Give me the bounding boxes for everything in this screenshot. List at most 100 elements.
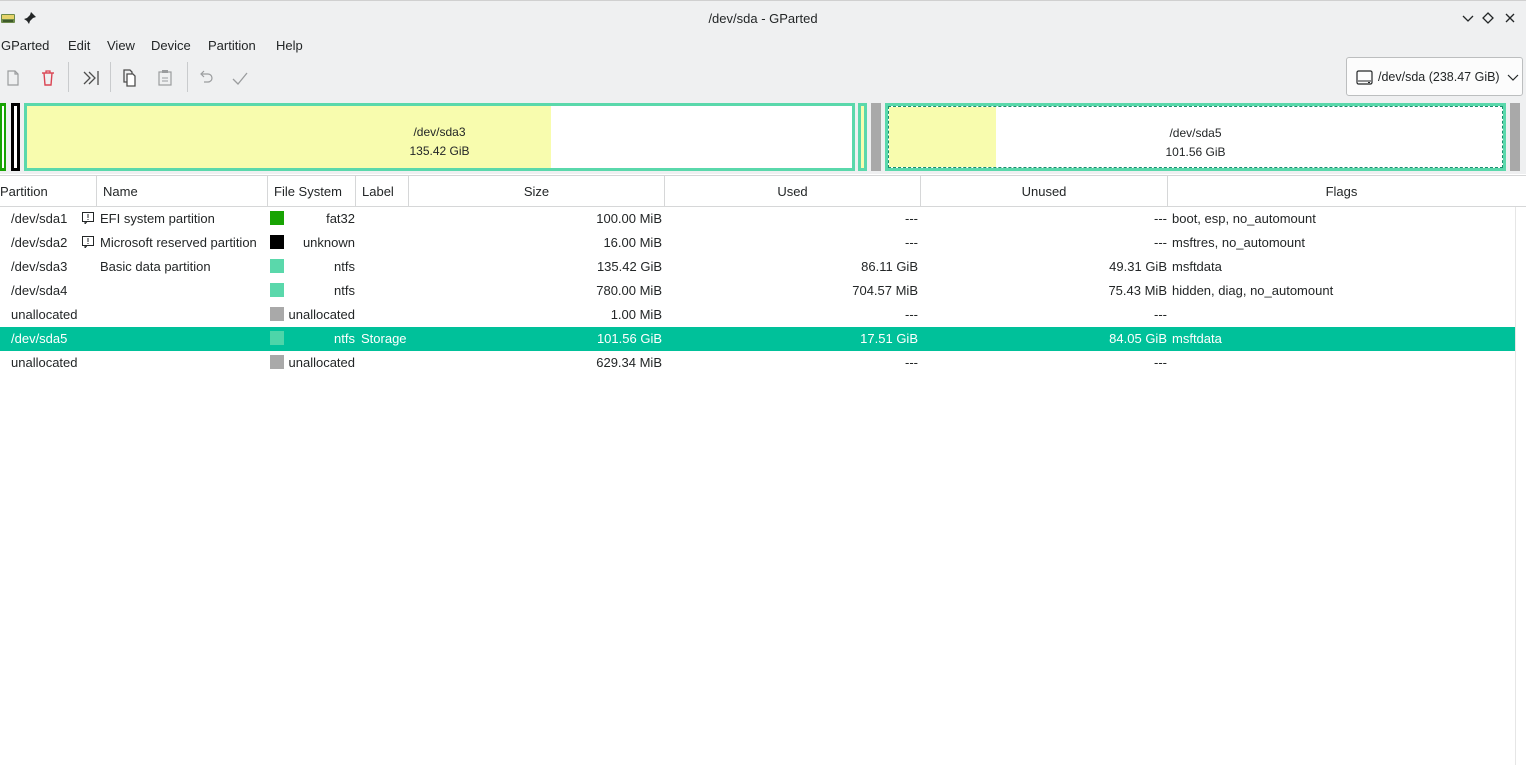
partition-block-sda5[interactable]: /dev/sda5 101.56 GiB (885, 103, 1506, 171)
table-row[interactable]: /dev/sda2 Microsoft reserved partition u… (0, 231, 1526, 255)
new-partition-icon[interactable] (3, 68, 23, 88)
warning-icon (82, 236, 94, 248)
partition-block-sda5-label: /dev/sda5 101.56 GiB (889, 124, 1502, 162)
toolbar-separator (187, 62, 188, 92)
table-row[interactable]: unallocated unallocated 1.00 MiB --- --- (0, 303, 1526, 327)
cell-file-system: ntfs (334, 331, 355, 346)
table-vertical-scrollbar[interactable] (1515, 207, 1526, 765)
partition-block-sda2[interactable] (11, 103, 20, 171)
cell-partition: /dev/sda1 (11, 211, 68, 226)
disk-partition-map: /dev/sda3 135.42 GiB /dev/sda5 101.56 Gi… (0, 100, 1526, 174)
cell-label: Storage (361, 331, 407, 346)
cell-size: 16.00 MiB (603, 235, 662, 250)
cell-size: 629.34 MiB (596, 355, 662, 370)
unallocated-block-1[interactable] (871, 103, 881, 171)
cell-unused: --- (1154, 235, 1167, 250)
toolbar-separator (110, 62, 111, 92)
table-row[interactable]: /dev/sda3 Basic data partition ntfs 135.… (0, 255, 1526, 279)
cell-partition: /dev/sda4 (11, 283, 68, 298)
cell-flags: msftdata (1172, 259, 1222, 274)
cell-used: 17.51 GiB (860, 331, 918, 346)
column-flags[interactable]: Flags (1168, 176, 1515, 207)
cell-used: --- (905, 235, 918, 250)
delete-icon[interactable] (38, 68, 58, 88)
column-used[interactable]: Used (665, 176, 921, 207)
cell-partition: /dev/sda3 (11, 259, 68, 274)
cell-name: Basic data partition (100, 259, 211, 274)
partition-block-sda3-name: /dev/sda3 (413, 125, 466, 139)
cell-used: 704.57 MiB (852, 283, 918, 298)
partition-table-header: Partition Name File System Label Size Us… (0, 175, 1526, 207)
menu-device[interactable]: Device (151, 38, 191, 53)
cell-file-system: unallocated (288, 355, 356, 370)
filesystem-color-swatch (270, 211, 284, 225)
toolbar: /dev/sda (238.47 GiB) (0, 57, 1526, 100)
cell-name: EFI system partition (100, 211, 215, 226)
menu-view[interactable]: View (107, 38, 135, 53)
minimize-chevron-icon[interactable] (1460, 10, 1476, 26)
column-file-system[interactable]: File System (268, 176, 356, 207)
cell-flags: boot, esp, no_automount (1172, 211, 1316, 226)
hard-disk-icon (1356, 70, 1373, 85)
menu-gparted[interactable]: GParted (1, 38, 49, 53)
cell-partition: unallocated (11, 355, 78, 370)
table-row[interactable]: /dev/sda1 EFI system partition fat32 100… (0, 207, 1526, 231)
maximize-diamond-icon[interactable] (1480, 10, 1496, 26)
cell-file-system: unknown (302, 235, 355, 250)
menu-partition[interactable]: Partition (208, 38, 256, 53)
cell-size: 780.00 MiB (596, 283, 662, 298)
partition-block-sda3[interactable]: /dev/sda3 135.42 GiB (24, 103, 855, 171)
cell-file-system: ntfs (334, 259, 355, 274)
filesystem-color-swatch (270, 355, 284, 369)
paste-icon[interactable] (155, 68, 175, 88)
filesystem-color-swatch (270, 307, 284, 321)
cell-file-system: ntfs (334, 283, 355, 298)
close-x-icon[interactable] (1502, 10, 1518, 26)
column-label[interactable]: Label (356, 176, 409, 207)
cell-size: 100.00 MiB (596, 211, 662, 226)
menu-help[interactable]: Help (276, 38, 303, 53)
cell-unused: 75.43 MiB (1108, 283, 1167, 298)
cell-partition: /dev/sda2 (11, 235, 68, 250)
menu-bar: GParted Edit View Device Partition Help (0, 35, 1526, 57)
column-unused[interactable]: Unused (921, 176, 1168, 207)
column-partition[interactable]: Partition (0, 176, 97, 207)
partition-block-sda3-label: /dev/sda3 135.42 GiB (27, 123, 852, 161)
filesystem-color-swatch (270, 283, 284, 297)
cell-size: 101.56 GiB (596, 331, 662, 346)
warning-icon (82, 212, 94, 224)
cell-unused: --- (1154, 307, 1167, 322)
column-name[interactable]: Name (97, 176, 268, 207)
chevron-down-icon (1507, 74, 1519, 81)
partition-block-sda5-fill: /dev/sda5 101.56 GiB (888, 106, 1503, 168)
copy-icon[interactable] (120, 68, 140, 88)
cell-used: --- (905, 307, 918, 322)
cell-file-system: unallocated (288, 307, 356, 322)
title-bar: /dev/sda - GParted (0, 0, 1526, 35)
cell-unused: --- (1154, 211, 1167, 226)
cell-size: 1.00 MiB (610, 307, 662, 322)
device-selector[interactable]: /dev/sda (238.47 GiB) (1346, 57, 1523, 96)
partition-block-sda1[interactable] (0, 103, 6, 171)
cell-size: 135.42 GiB (596, 259, 662, 274)
table-row[interactable]: /dev/sda4 ntfs 780.00 MiB 704.57 MiB 75.… (0, 279, 1526, 303)
cell-partition: unallocated (11, 307, 78, 322)
cell-name: Microsoft reserved partition (100, 235, 257, 250)
filesystem-color-swatch (270, 259, 284, 273)
column-size[interactable]: Size (409, 176, 665, 207)
table-row[interactable]: unallocated unallocated 629.34 MiB --- -… (0, 351, 1526, 375)
unallocated-block-2[interactable] (1510, 103, 1520, 171)
menu-edit[interactable]: Edit (68, 38, 90, 53)
cell-unused: 49.31 GiB (1109, 259, 1167, 274)
undo-icon[interactable] (196, 68, 216, 88)
cell-unused: --- (1154, 355, 1167, 370)
filesystem-color-swatch (270, 235, 284, 249)
cell-flags: hidden, diag, no_automount (1172, 283, 1334, 298)
cell-partition: /dev/sda5 (11, 331, 68, 346)
cell-unused: 84.05 GiB (1109, 331, 1167, 346)
apply-icon[interactable] (230, 68, 250, 88)
table-row-selected[interactable]: /dev/sda5 ntfs Storage 101.56 GiB 17.51 … (0, 327, 1526, 351)
resize-move-icon[interactable] (81, 68, 101, 88)
partition-block-sda4[interactable] (858, 103, 867, 171)
cell-flags: msftres, no_automount (1172, 235, 1305, 250)
